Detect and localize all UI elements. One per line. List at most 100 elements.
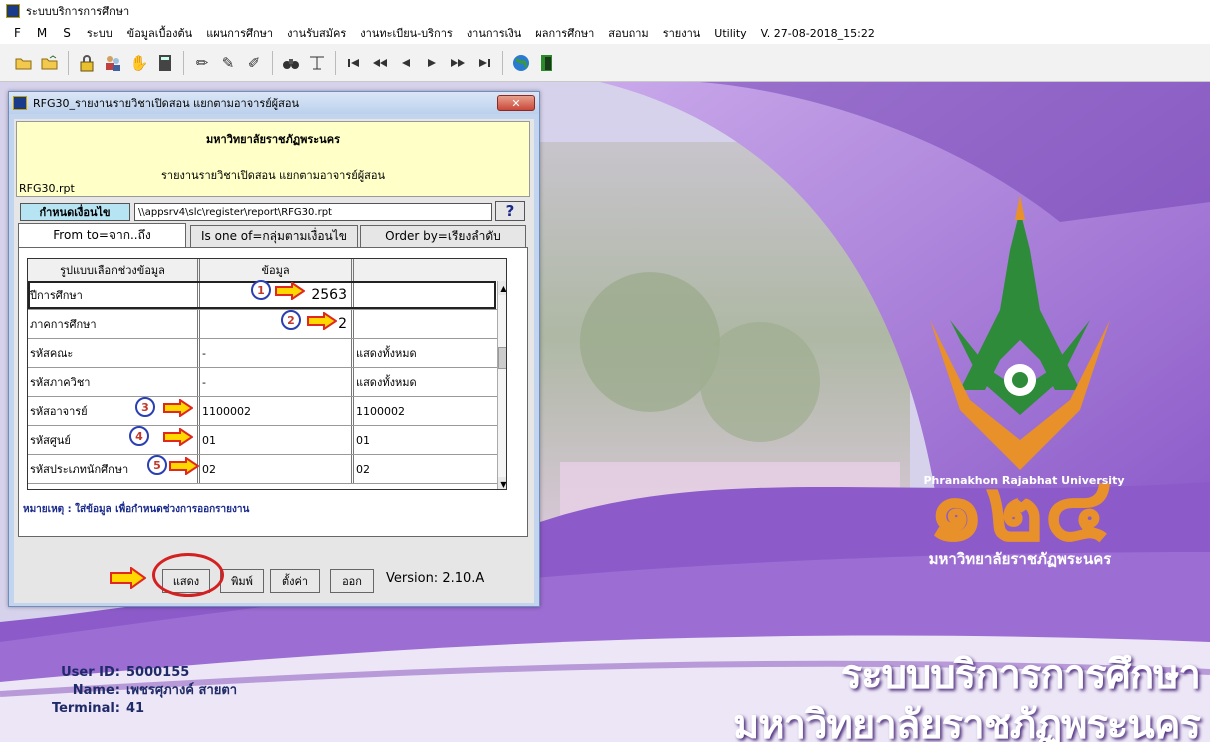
user-id-value: 5000155 — [126, 665, 190, 680]
menu-basic-data[interactable]: ข้อมูลเบื้องต้น — [127, 24, 193, 42]
menu-finance[interactable]: งานการเงิน — [467, 24, 521, 42]
help-button[interactable]: ? — [495, 201, 525, 221]
row-to-cell[interactable]: 01 — [354, 426, 506, 454]
table-row[interactable]: รหัสประเภทนักศึกษา 02 02 — [28, 455, 506, 484]
next-page-icon[interactable] — [448, 53, 468, 73]
table-row[interactable]: ภาคการศึกษา 2 — [28, 310, 506, 339]
arrow-icon — [110, 567, 146, 589]
tab-from-to[interactable]: From to=จาก..ถึง — [18, 223, 186, 247]
prev-page-icon[interactable] — [370, 53, 390, 73]
arrow-icon — [169, 457, 199, 475]
grid-header-value: ข้อมูล — [200, 259, 354, 281]
toolbar-separator — [272, 50, 273, 75]
globe-icon[interactable] — [511, 53, 531, 73]
tab-panel-from-to: รูปแบบเลือกช่วงข้อมูล ข้อมูล ปีการศึกษา … — [18, 247, 528, 537]
menu-utility[interactable]: Utility — [714, 27, 746, 40]
version-label: V. 27-08-2018_15:22 — [760, 26, 875, 40]
print-button[interactable]: พิมพ์ — [220, 569, 264, 593]
toolbar: ✋ ✏ ✎ ✐ — [0, 44, 1210, 82]
menu-results[interactable]: ผลการศึกษา — [535, 24, 594, 42]
row-to-cell[interactable]: แสดงทั้งหมด — [354, 339, 506, 367]
lock-icon[interactable] — [77, 53, 97, 73]
logo-english-name: Phranakhon Rajabhat University — [923, 474, 1125, 487]
step-badge-3: 3 — [135, 397, 155, 417]
menu-system[interactable]: ระบบ — [87, 24, 113, 42]
report-path-field[interactable]: \\appsrv4\slc\register\report\RFG30.rpt — [134, 203, 492, 221]
filter-icon[interactable] — [307, 53, 327, 73]
row-label: ภาคการศึกษา — [28, 310, 200, 338]
menu-s[interactable]: S — [63, 26, 71, 40]
first-record-icon[interactable] — [344, 53, 364, 73]
exit-button[interactable]: ออก — [330, 569, 374, 593]
row-to-cell[interactable] — [354, 310, 506, 338]
menu-f[interactable]: F — [14, 26, 21, 40]
row-to-cell[interactable]: 02 — [354, 455, 506, 483]
pencil-remove-icon[interactable]: ✐ — [244, 53, 264, 73]
grid-header-to — [354, 259, 506, 281]
highlight-circle — [152, 553, 224, 597]
last-record-icon[interactable] — [474, 53, 494, 73]
users-icon[interactable] — [103, 53, 123, 73]
grid-header-label: รูปแบบเลือกช่วงข้อมูล — [28, 259, 200, 281]
folder-up-icon[interactable] — [40, 53, 60, 73]
row-from-cell[interactable]: 01 — [200, 426, 354, 454]
university-logo: ๑๒๔ มหาวิทยาลัยราชภัฏพระนคร — [928, 195, 1113, 568]
note-text: หมายเหตุ : ใส่ข้อมูล เพื่อกำหนดช่วงการออ… — [23, 504, 250, 515]
user-name-label: Name: — [72, 683, 120, 698]
menu-m[interactable]: M — [37, 26, 47, 40]
pencil-icon[interactable]: ✏ — [192, 53, 212, 73]
hand-icon[interactable]: ✋ — [129, 53, 149, 73]
report-header: มหาวิทยาลัยราชภัฏพระนคร รายงานรายวิชาเปิ… — [16, 121, 530, 197]
app-title-bar: ระบบบริการการศึกษา — [0, 0, 1210, 22]
tab-is-one-of[interactable]: Is one of=กลุ่มตามเงื่อนไข — [190, 225, 358, 247]
row-from-value: 2563 — [311, 287, 347, 303]
row-from-cell[interactable]: 1100002 — [200, 397, 354, 425]
step-badge-1: 1 — [251, 280, 271, 300]
toolbar-separator — [68, 50, 69, 75]
table-row[interactable]: รหัสอาจารย์ 1100002 1100002 — [28, 397, 506, 426]
table-row[interactable]: รหัสศูนย์ 01 01 — [28, 426, 506, 455]
setup-button[interactable]: ตั้งค่า — [270, 569, 320, 593]
menu-inquiry[interactable]: สอบถาม — [608, 24, 648, 42]
table-row[interactable]: รหัสคณะ - แสดงทั้งหมด — [28, 339, 506, 368]
dialog-title: RFG30_รายงานรายวิชาเปิดสอน แยกตามอาจารย์… — [33, 97, 299, 110]
main-workspace: ๑๒๔ มหาวิทยาลัยราชภัฏพระนคร Phranakhon R… — [0, 82, 1210, 742]
calculator-icon[interactable] — [155, 53, 175, 73]
close-button[interactable]: ✕ — [497, 95, 535, 111]
row-to-cell[interactable] — [354, 281, 506, 309]
dialog-title-bar[interactable]: RFG30_รายงานรายวิชาเปิดสอน แยกตามอาจารย์… — [9, 92, 539, 114]
row-label: รหัสคณะ — [28, 339, 200, 367]
row-from-cell[interactable]: - — [200, 339, 354, 367]
exit-icon[interactable] — [537, 53, 557, 73]
pencil-add-icon[interactable]: ✎ — [218, 53, 238, 73]
scroll-up-icon[interactable]: ▲ — [498, 281, 506, 295]
row-from-cell[interactable]: 02 — [200, 455, 354, 483]
table-row[interactable]: รหัสภาควิชา - แสดงทั้งหมด — [28, 368, 506, 397]
grid-scrollbar[interactable]: ▲ ▼ — [497, 281, 506, 489]
arrow-icon — [163, 399, 193, 417]
row-to-cell[interactable]: แสดงทั้งหมด — [354, 368, 506, 396]
row-to-cell[interactable]: 1100002 — [354, 397, 506, 425]
tab-order-by[interactable]: Order by=เรียงลำดับ — [360, 225, 526, 247]
open-folder-icon[interactable] — [14, 53, 34, 73]
prev-record-icon[interactable] — [396, 53, 416, 73]
next-record-icon[interactable] — [422, 53, 442, 73]
report-dialog: RFG30_รายงานรายวิชาเปิดสอน แยกตามอาจารย์… — [8, 91, 540, 607]
dialog-body: มหาวิทยาลัยราชภัฏพระนคร รายงานรายวิชาเปิ… — [14, 119, 534, 603]
row-from-cell[interactable]: - — [200, 368, 354, 396]
svg-text:๑๒๔: ๑๒๔ — [928, 457, 1113, 562]
terminal-label: Terminal: — [51, 701, 120, 716]
scroll-thumb[interactable] — [498, 347, 506, 369]
binoculars-icon[interactable] — [281, 53, 301, 73]
menu-report[interactable]: รายงาน — [663, 24, 701, 42]
step-badge-5: 5 — [147, 455, 167, 475]
user-id-label: User ID: — [61, 665, 120, 680]
arrow-icon — [163, 428, 193, 446]
menu-admission[interactable]: งานรับสมัคร — [287, 24, 346, 42]
menu-study-plan[interactable]: แผนการศึกษา — [206, 24, 273, 42]
app-icon — [6, 4, 20, 18]
logo-thai-name: มหาวิทยาลัยราชภัฏพระนคร — [929, 550, 1113, 568]
menu-registration[interactable]: งานทะเบียน-บริการ — [360, 24, 453, 42]
terminal-value: 41 — [126, 701, 145, 716]
scroll-down-icon[interactable]: ▼ — [498, 477, 506, 489]
